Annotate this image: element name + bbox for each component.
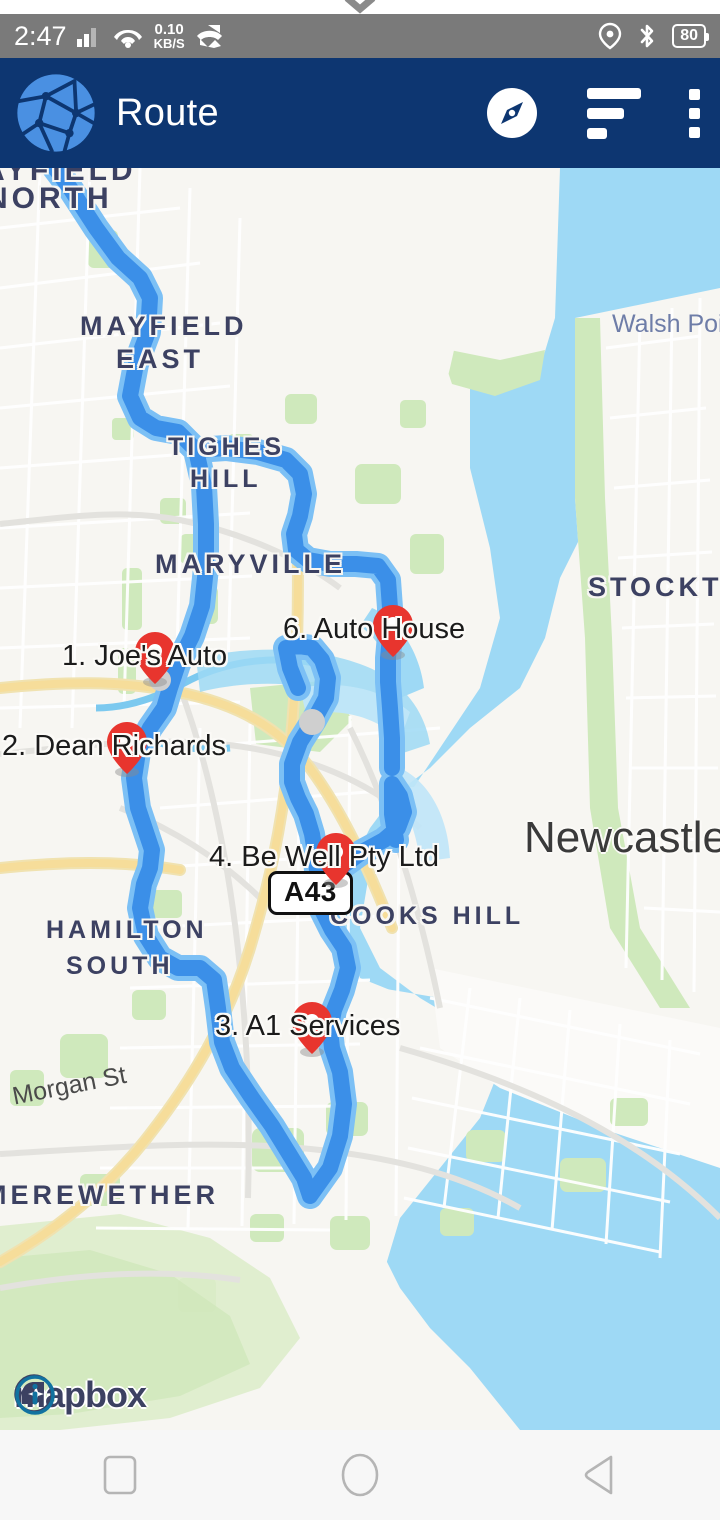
app-bar: Route	[0, 58, 720, 168]
status-bar-left: 2:47 0.10 KB/S	[14, 22, 226, 50]
home-button[interactable]	[300, 1430, 420, 1520]
overflow-menu-button[interactable]	[689, 88, 700, 138]
bluetooth-icon	[640, 24, 654, 48]
map-pin-icon	[316, 833, 356, 888]
info-button[interactable]	[14, 1374, 56, 1416]
android-nav-bar	[0, 1430, 720, 1520]
signal-icon	[76, 28, 96, 47]
status-clock: 2:47	[14, 20, 67, 51]
map-canvas[interactable]: MAYFIELD NORTH MAYFIELD EAST TIGHES HILL…	[0, 168, 720, 1430]
app-bar-actions	[485, 86, 700, 140]
map-pin-icon	[107, 722, 147, 777]
missed-call-icon	[196, 25, 222, 48]
network-speed: 0.10 KB/S	[154, 22, 185, 50]
notch-strip	[0, 0, 720, 14]
compass-button[interactable]	[485, 86, 539, 140]
page-title: Route	[116, 91, 219, 134]
map-attribution: mapbox	[14, 1374, 147, 1416]
circle-icon	[341, 1453, 379, 1497]
status-bar: 2:47 0.10 KB/S 80	[0, 14, 720, 58]
map-marker-6[interactable]	[371, 603, 415, 661]
globe-logo	[16, 74, 96, 154]
map-pin-icon	[292, 1002, 332, 1057]
battery-icon: 80	[672, 24, 709, 48]
battery-level: 80	[680, 27, 698, 44]
map-vector-layer	[0, 168, 720, 1430]
map-marker-3[interactable]	[290, 1000, 334, 1058]
network-speed-value: 0.10	[154, 21, 184, 38]
map-marker-2[interactable]	[105, 720, 149, 778]
back-button[interactable]	[540, 1430, 660, 1520]
map-pin-icon	[373, 605, 413, 660]
wifi-icon	[113, 29, 142, 48]
location-icon	[599, 22, 622, 50]
kebab-icon	[689, 88, 700, 138]
map-marker-1[interactable]	[133, 630, 177, 688]
map-pin-icon	[135, 632, 175, 687]
triangle-left-icon	[584, 1455, 613, 1495]
sort-button[interactable]	[587, 87, 641, 139]
network-speed-unit: KB/S	[153, 36, 185, 51]
sort-icon	[587, 87, 641, 139]
chevron-down-icon	[344, 0, 376, 14]
compass-icon	[487, 88, 537, 138]
square-icon	[103, 1455, 137, 1495]
status-bar-right: 80	[598, 22, 709, 50]
map-marker-4[interactable]	[314, 831, 358, 889]
recents-button[interactable]	[60, 1430, 180, 1520]
